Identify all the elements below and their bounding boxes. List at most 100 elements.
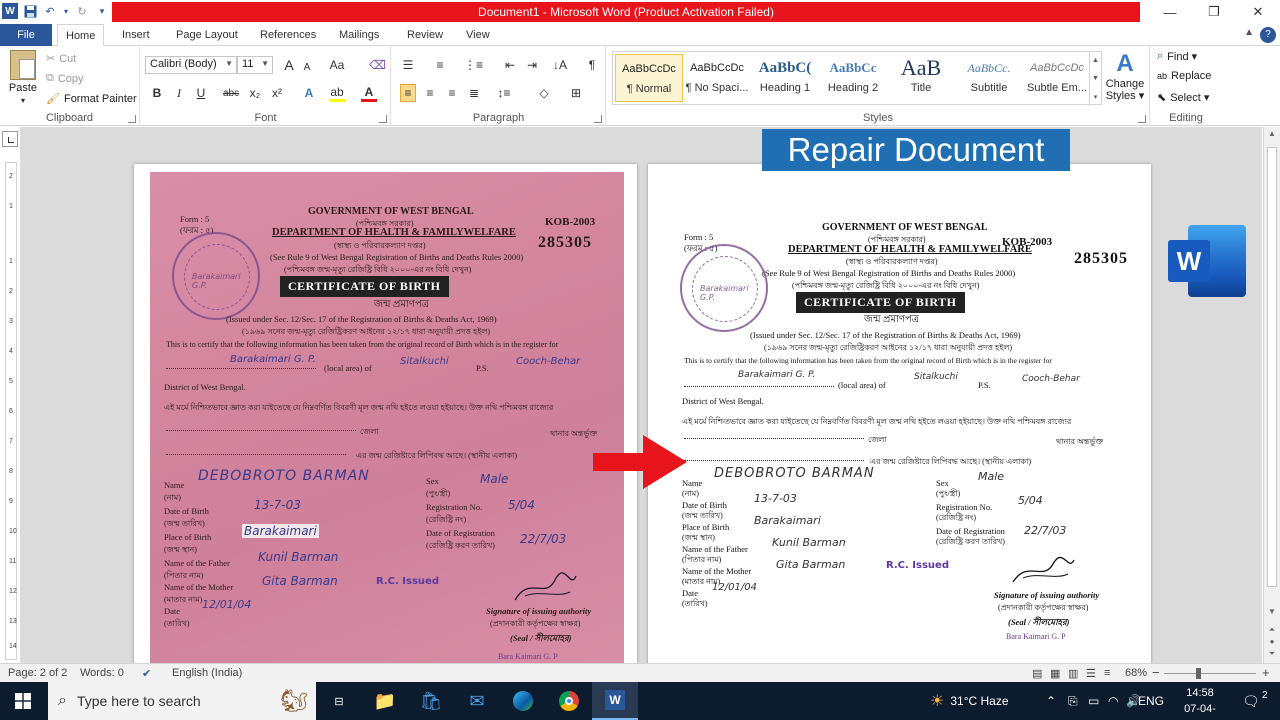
decrease-indent-icon[interactable]: ⇤ — [502, 56, 518, 74]
tab-review[interactable]: Review — [399, 24, 451, 46]
cut-button[interactable]: ✂ Cut — [46, 52, 76, 66]
close-button[interactable]: ✕ — [1236, 0, 1280, 24]
highlight-icon[interactable]: ab — [329, 84, 345, 102]
show-marks-icon[interactable]: ¶ — [584, 56, 600, 74]
numbering-icon[interactable]: ≡ — [432, 56, 448, 74]
tab-references[interactable]: References — [252, 24, 324, 46]
outline-icon[interactable]: ☰ — [1086, 667, 1096, 680]
justify-button[interactable]: ≣ — [466, 84, 482, 102]
more-icon[interactable]: ▾ — [1094, 93, 1098, 101]
style-subtle-emphasis[interactable]: AaBbCcDc Subtle Em... — [1023, 54, 1091, 102]
style-normal[interactable]: AaBbCcDc ¶ Normal — [615, 54, 683, 102]
increase-indent-icon[interactable]: ⇥ — [524, 56, 540, 74]
style-no-spacing[interactable]: AaBbCcDc ¶ No Spaci... — [683, 54, 751, 102]
chrome-icon[interactable] — [546, 682, 592, 720]
style-subtitle[interactable]: AaBbCc. Subtitle — [955, 54, 1023, 102]
maximize-button[interactable]: ❐ — [1192, 0, 1236, 24]
store-icon[interactable]: 🛍 — [408, 682, 454, 720]
zoom-level[interactable]: 68% — [1125, 667, 1147, 679]
bold-button[interactable]: B — [149, 84, 165, 102]
zoom-slider-thumb[interactable] — [1196, 668, 1201, 679]
font-color-icon[interactable]: A — [361, 84, 377, 102]
zoom-slider[interactable] — [1164, 673, 1256, 674]
sort-icon[interactable]: ↓A — [552, 56, 568, 74]
grow-font-icon[interactable]: A — [281, 56, 297, 74]
full-screen-icon[interactable]: ▦ — [1050, 667, 1060, 680]
previous-page-icon[interactable]: ⏶ — [1267, 625, 1277, 635]
clock[interactable]: 14:58 07-04-2023 — [1172, 685, 1228, 720]
mail-icon[interactable]: ✉ — [454, 682, 500, 720]
battery-icon[interactable]: ▭ — [1088, 682, 1099, 720]
multilevel-list-icon[interactable]: ⋮≡ — [464, 56, 483, 74]
document-area[interactable]: Form : 5 (ফরম : ৫) GOVERNMENT OF WEST BE… — [20, 127, 1262, 663]
undo-dropdown-icon[interactable]: ▾ — [62, 3, 70, 19]
replace-button[interactable]: ab Replace — [1157, 70, 1211, 82]
style-heading-2[interactable]: AaBbCc Heading 2 — [819, 54, 887, 102]
font-name-combo[interactable]: Calibri (Body) ▼ — [145, 56, 237, 74]
format-painter-button[interactable]: 🖌 Format Painter — [46, 92, 137, 106]
onedrive-icon[interactable]: ⎘ — [1068, 682, 1078, 720]
file-explorer-icon[interactable]: 📁 — [362, 682, 408, 720]
select-button[interactable]: ⬉ Select ▾ — [1157, 91, 1209, 104]
align-center-button[interactable]: ≡ — [422, 84, 438, 102]
change-styles-button[interactable]: A Change Styles ▾ — [1104, 50, 1146, 102]
italic-button[interactable]: I — [171, 84, 187, 102]
edge-icon[interactable] — [500, 682, 546, 720]
tab-file[interactable]: File — [0, 24, 52, 46]
taskbar-search[interactable]: ⌕ Type here to search 🐿 — [48, 682, 316, 720]
underline-button[interactable]: U — [193, 84, 209, 102]
language-indicator[interactable]: English (India) — [172, 667, 242, 679]
weather-widget[interactable]: ☀ 31°C Haze — [930, 682, 1009, 720]
align-left-button[interactable]: ≡ — [400, 84, 416, 102]
style-heading-1[interactable]: AaBbC( Heading 1 — [751, 54, 819, 102]
redo-icon[interactable]: ↻ — [74, 3, 90, 19]
line-spacing-icon[interactable]: ↕≡ — [496, 84, 512, 102]
tab-mailings[interactable]: Mailings — [331, 24, 387, 46]
zoom-out-button[interactable]: − — [1152, 665, 1160, 680]
shading-icon[interactable]: ◇ — [536, 84, 552, 102]
bullets-icon[interactable]: ☰ — [400, 56, 416, 74]
align-right-button[interactable]: ≡ — [444, 84, 460, 102]
word-app-icon[interactable]: W — [2, 3, 18, 19]
strikethrough-button[interactable]: abc — [223, 84, 239, 102]
print-layout-icon[interactable]: ▤ — [1032, 667, 1042, 680]
text-effects-icon[interactable]: A — [301, 84, 317, 102]
notification-icon[interactable]: 🗨 — [1242, 682, 1260, 720]
next-page-icon[interactable]: ⏷ — [1267, 649, 1277, 659]
superscript-button[interactable]: x² — [269, 84, 285, 102]
tab-home[interactable]: Home — [57, 24, 105, 47]
scroll-up-icon[interactable]: ▲ — [1267, 129, 1277, 138]
network-icon[interactable]: ◠ — [1108, 682, 1118, 720]
page-count[interactable]: Page: 2 of 2 — [8, 667, 67, 679]
draft-icon[interactable]: ≡ — [1104, 667, 1110, 679]
vertical-scrollbar[interactable]: ▲ ▼ ⏶ ● ⏷ — [1263, 127, 1280, 663]
proofing-icon[interactable]: ✔ — [142, 667, 151, 680]
paragraph-launcher-icon[interactable] — [594, 115, 602, 123]
web-layout-icon[interactable]: ▥ — [1068, 667, 1078, 680]
chevron-up-icon[interactable]: ▲ — [1092, 57, 1099, 64]
word-taskbar-icon[interactable]: W — [592, 682, 638, 720]
borders-icon[interactable]: ⊞ — [568, 84, 584, 102]
chevron-down-icon[interactable]: ▼ — [1092, 75, 1099, 82]
tab-view[interactable]: View — [458, 24, 498, 46]
minimize-button[interactable]: — — [1148, 0, 1192, 24]
show-hidden-icons[interactable]: ⌃ — [1046, 682, 1056, 720]
customize-qat-icon[interactable]: ▾ — [94, 3, 110, 19]
scroll-down-icon[interactable]: ▼ — [1267, 607, 1277, 616]
clipboard-launcher-icon[interactable] — [128, 115, 136, 123]
tab-insert[interactable]: Insert — [114, 24, 158, 46]
find-button[interactable]: ⌕ Find ▾ — [1157, 50, 1197, 63]
gallery-scroll[interactable]: ▲ ▼ ▾ — [1089, 52, 1101, 106]
scrollbar-thumb[interactable] — [1267, 147, 1277, 587]
paste-button[interactable]: Paste ▾ — [6, 50, 40, 105]
copy-button[interactable]: ⧉ Copy — [46, 72, 84, 85]
style-title[interactable]: AaB Title — [887, 54, 955, 102]
minimize-ribbon-icon[interactable]: ▲ — [1244, 27, 1254, 38]
font-size-combo[interactable]: 11 ▼ — [237, 56, 273, 74]
clear-formatting-icon[interactable]: ⌫ — [369, 56, 386, 74]
ruler-tab-selector-icon[interactable] — [2, 131, 18, 147]
font-launcher-icon[interactable] — [379, 115, 387, 123]
start-button[interactable] — [0, 682, 46, 720]
save-icon[interactable] — [22, 3, 38, 19]
task-view-icon[interactable]: ⊟ — [316, 682, 362, 720]
